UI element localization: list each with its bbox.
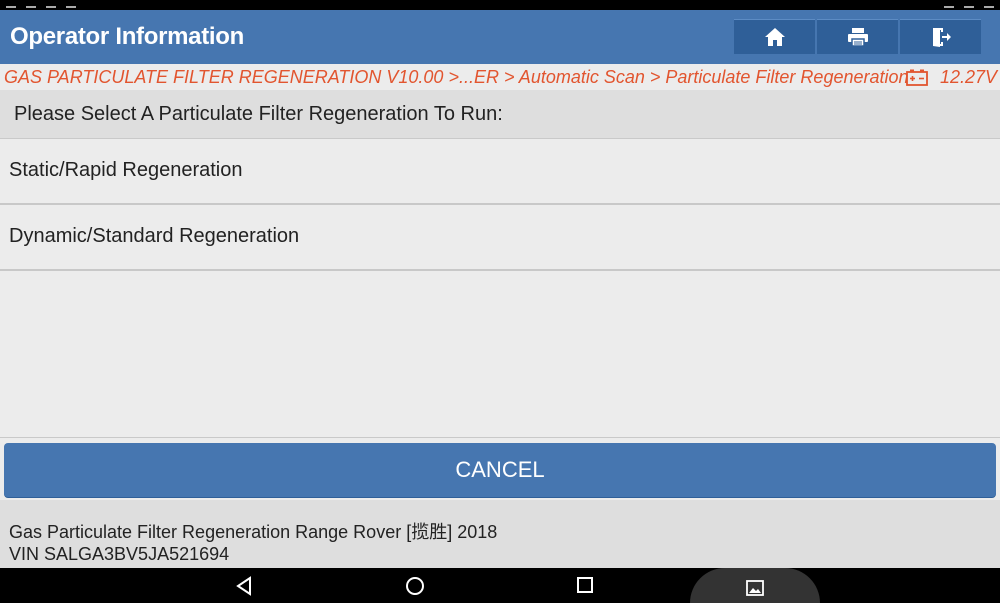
battery-status-icon [984,0,994,8]
home-circle-icon[interactable] [405,576,425,596]
notification-icon [46,0,56,8]
option-label: Dynamic/Standard Regeneration [9,225,300,247]
vehicle-info-footer: Gas Particulate Filter Regeneration Rang… [0,500,1000,568]
empty-list-area [0,271,1000,438]
breadcrumb: GAS PARTICULATE FILTER REGENERATION V10.… [0,64,1000,90]
recents-icon[interactable] [576,576,594,594]
android-nav-bar [0,568,1000,603]
home-button[interactable] [734,19,815,54]
system-status-bar [0,0,1000,10]
cancel-button[interactable]: CANCEL [4,443,996,497]
page-title: Operator Information [10,23,245,50]
vehicle-description: Gas Particulate Filter Regeneration Rang… [9,522,498,542]
app-header: Operator Information [0,10,1000,64]
status-icons-right [944,0,994,10]
home-icon [764,28,785,46]
prompt-text: Please Select A Particulate Filter Regen… [14,103,503,125]
print-button[interactable] [817,19,898,54]
printer-icon [847,28,868,47]
battery-voltage: 12.27V [940,67,998,87]
exit-button[interactable] [900,19,981,54]
selection-prompt: Please Select A Particulate Filter Regen… [0,90,1000,139]
option-dynamic-standard-regeneration[interactable]: Dynamic/Standard Regeneration [0,205,1000,271]
option-label: Static/Rapid Regeneration [9,159,243,181]
exit-icon [932,28,951,47]
notification-icon [6,0,16,8]
header-buttons [734,19,983,54]
gallery-icon [746,580,764,596]
breadcrumb-path: GAS PARTICULATE FILTER REGENERATION V10.… [4,67,909,87]
cancel-label: CANCEL [455,457,545,482]
signal-icon [944,0,954,8]
vin-text: VIN SALGA3BV5JA521694 [9,544,230,564]
back-icon[interactable] [235,576,253,596]
wifi-icon [964,0,974,8]
option-static-rapid-regeneration[interactable]: Static/Rapid Regeneration [0,139,1000,205]
notification-icon [26,0,36,8]
battery-icon [906,69,928,86]
notification-icon [66,0,76,8]
status-icons-left [6,0,76,10]
